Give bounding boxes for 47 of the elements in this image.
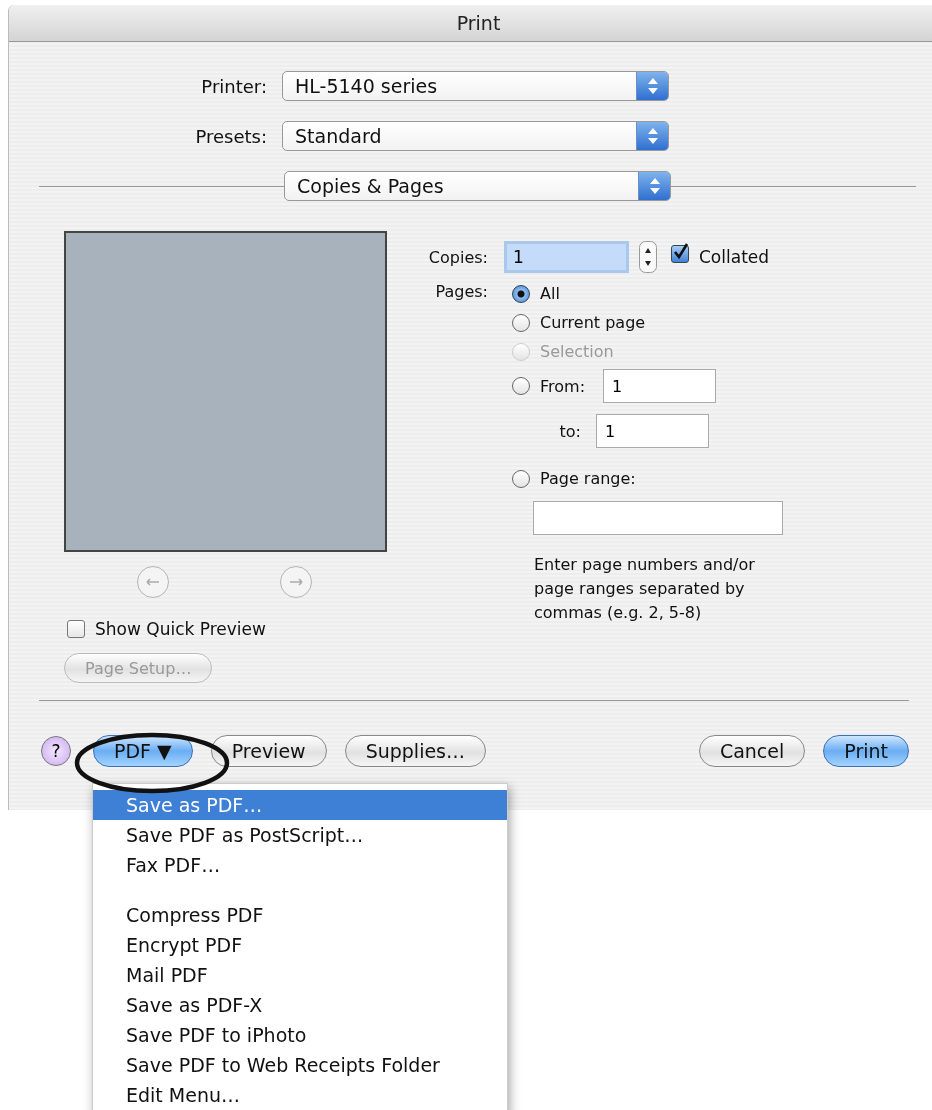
checkbox[interactable] <box>671 245 689 263</box>
radio-label: Selection <box>540 342 614 361</box>
menu-item[interactable]: Save as PDF… <box>93 790 507 820</box>
field-label: Pages: <box>434 282 488 303</box>
field-label: to: <box>558 421 581 441</box>
checkbox-label: Show Quick Preview <box>95 619 266 639</box>
menu-item[interactable]: Mail PDF <box>93 960 507 990</box>
page-range-field[interactable] <box>533 501 783 535</box>
menu-item[interactable]: Encrypt PDF <box>93 930 507 960</box>
radio-button[interactable] <box>512 313 530 332</box>
popup-menu[interactable]: HL-5140 series <box>282 71 669 101</box>
checkbox[interactable] <box>67 620 85 638</box>
menu-item[interactable]: Compress PDF <box>93 900 507 930</box>
menu-item[interactable]: Save PDF as PostScript… <box>93 820 507 850</box>
checkbox-label: Collated <box>699 247 770 267</box>
from-field[interactable]: 1 <box>603 369 717 403</box>
dialog-button[interactable]: Supplies… <box>344 735 486 767</box>
updown-arrows-icon <box>645 126 660 146</box>
radio-button[interactable] <box>512 284 530 303</box>
menu-item[interactable]: Edit Menu… <box>93 1080 507 1110</box>
field-label: Copies: <box>427 247 488 267</box>
dialog-button[interactable]: Preview <box>210 735 327 767</box>
popup-menu[interactable]: Copies & Pages <box>284 171 671 201</box>
copies-field[interactable]: 1 <box>504 241 629 273</box>
help-button[interactable]: ? <box>41 736 71 766</box>
menu-item[interactable]: Save PDF to iPhoto <box>93 1020 507 1050</box>
dialog-button[interactable]: Print <box>823 735 909 767</box>
stepper-control[interactable] <box>639 241 657 273</box>
updown-arrows-icon <box>647 176 662 196</box>
radio-label: Page range: <box>540 469 636 488</box>
field-label: Presets: <box>194 125 267 147</box>
dialog-button[interactable]: Cancel <box>698 735 806 767</box>
menu-item[interactable]: Save PDF to Web Receipts Folder <box>93 1050 507 1080</box>
radio-label: From: <box>540 376 586 396</box>
menu-item[interactable]: Save as PDF-X <box>93 990 507 1020</box>
to-field[interactable]: 1 <box>596 414 709 448</box>
radio-label: Current page <box>540 313 646 332</box>
help-text: Enter page numbers and/or page ranges separated by commas (e.g. 2, 5-8) <box>534 554 756 624</box>
radio-button[interactable] <box>512 377 530 395</box>
checkmark-icon <box>672 243 690 261</box>
window-title: Print <box>456 12 501 34</box>
field-label: Printer: <box>200 75 267 97</box>
menu-item[interactable]: Fax PDF… <box>93 850 507 880</box>
popup-menu[interactable]: Standard <box>282 121 669 151</box>
radio-label: All <box>540 284 560 303</box>
updown-arrows-icon <box>645 76 660 96</box>
radio-button[interactable] <box>512 469 530 488</box>
